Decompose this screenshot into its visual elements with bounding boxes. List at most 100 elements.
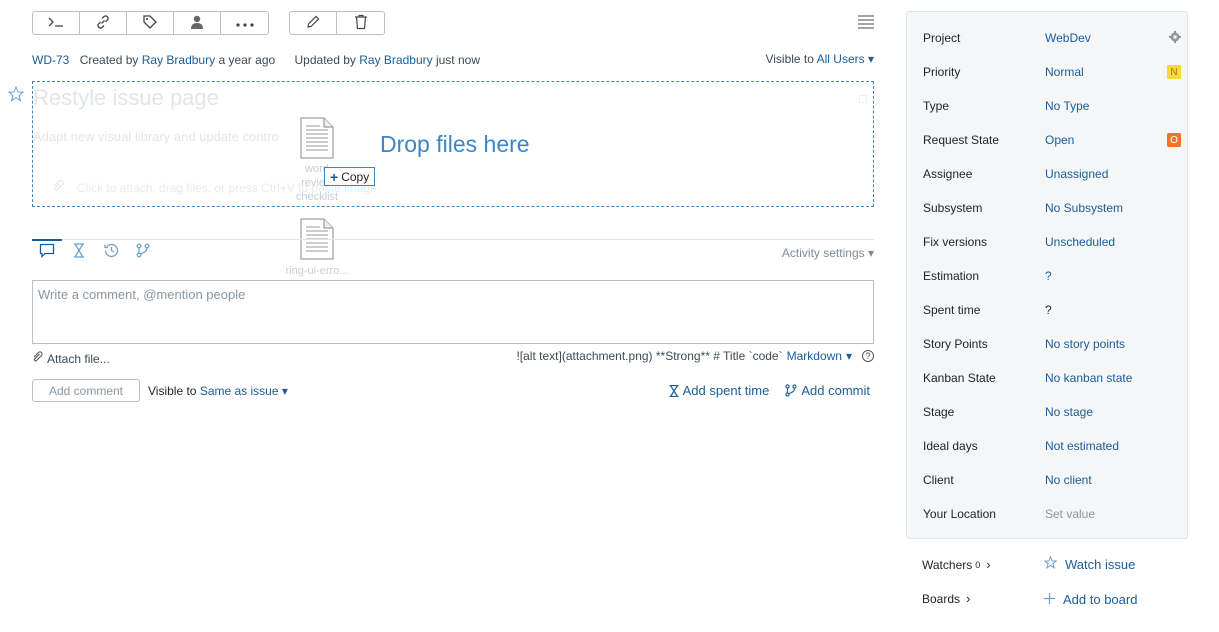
add-commit-button[interactable]: Add commit <box>785 383 870 398</box>
activity-settings-label: Activity settings <box>781 246 865 260</box>
paperclip-icon <box>32 351 44 366</box>
stage-value[interactable]: No stage <box>1045 405 1093 419</box>
add-comment-button[interactable]: Add comment <box>32 379 140 402</box>
updater-link[interactable]: Ray Bradbury <box>359 53 432 67</box>
field-assignee: Assignee Unassigned <box>923 164 1181 184</box>
field-label: Subsystem <box>923 201 983 215</box>
state-badge: O <box>1167 133 1181 147</box>
tab-comments[interactable] <box>32 239 62 262</box>
vcs-icon <box>136 243 150 261</box>
issue-description[interactable]: Adapt new visual library and update cont… <box>33 129 279 144</box>
visibility-dropdown[interactable]: All Users <box>817 52 865 66</box>
tab-history[interactable] <box>96 242 126 262</box>
attach-file-label: Attach file... <box>47 351 110 366</box>
type-value[interactable]: No Type <box>1045 99 1089 113</box>
assignee-value[interactable]: Unassigned <box>1045 167 1108 181</box>
ideal-days-value[interactable]: Not estimated <box>1045 439 1119 453</box>
activity-tabs <box>32 239 158 262</box>
field-estimation: Estimation ? <box>923 266 1181 286</box>
field-label: Stage <box>923 405 955 419</box>
client-value[interactable]: No client <box>1045 473 1092 487</box>
watchers-label: Watchers <box>922 557 973 572</box>
plus-icon <box>1044 592 1055 607</box>
issue-toolbar <box>32 11 385 35</box>
toolbar-group-main <box>32 11 269 35</box>
caret-down-icon: ▾ <box>867 246 874 260</box>
gear-icon[interactable] <box>1169 30 1181 46</box>
estimation-value[interactable]: ? <box>1045 269 1052 283</box>
created-prefix: Created by <box>79 53 139 67</box>
drop-zone[interactable]: Restyle issue page Adapt new visual libr… <box>32 81 874 207</box>
watch-issue-label: Watch issue <box>1065 556 1136 572</box>
add-to-board-button[interactable]: Add to board <box>1044 592 1137 607</box>
chevron-right-icon: › <box>966 591 971 606</box>
plus-icon: + <box>330 168 339 185</box>
field-client: Client No client <box>923 470 1181 490</box>
command-button[interactable] <box>33 12 80 34</box>
kanban-state-value[interactable]: No kanban state <box>1045 371 1132 385</box>
paperclip-icon <box>51 179 67 196</box>
delete-icon <box>354 14 368 33</box>
comment-input[interactable] <box>32 280 874 344</box>
boards-toggle[interactable]: Boards › <box>922 591 970 606</box>
visibility-button[interactable] <box>174 12 221 34</box>
priority-value[interactable]: Normal <box>1045 65 1084 79</box>
tab-vcs[interactable] <box>128 242 158 262</box>
issue-visibility: Visible to All Users ▾ <box>765 52 874 66</box>
attach-file-button[interactable]: Attach file... <box>32 351 110 366</box>
field-type: Type No Type <box>923 96 1181 116</box>
tab-work-items[interactable] <box>64 242 94 262</box>
watchers-toggle[interactable]: Watchers 0 › <box>922 557 991 572</box>
hamburger-menu-icon[interactable] <box>858 15 874 32</box>
delete-button[interactable] <box>337 12 384 34</box>
link-issue-button[interactable] <box>80 12 127 34</box>
request-state-value[interactable]: Open <box>1045 133 1074 147</box>
dragged-file-1: word review checklist <box>277 117 357 204</box>
updated-prefix: Updated by <box>294 53 356 67</box>
creator-link[interactable]: Ray Bradbury <box>142 53 215 67</box>
add-spent-time-button[interactable]: Add spent time <box>669 383 769 398</box>
issue-id-link[interactable]: WD-73 <box>32 53 69 67</box>
field-project: Project WebDev <box>923 28 1181 48</box>
caret-down-icon: ▾ <box>845 349 852 363</box>
star-icon[interactable] <box>7 85 25 105</box>
add-tag-button[interactable] <box>127 12 174 34</box>
copy-indicator: + Copy <box>324 167 376 186</box>
activity-settings[interactable]: Activity settings ▾ <box>782 246 874 260</box>
edit-button[interactable] <box>290 12 337 34</box>
updated-time: just now <box>435 53 480 67</box>
edit-icon <box>305 14 321 33</box>
field-subsystem: Subsystem No Subsystem <box>923 198 1181 218</box>
dragged-file-2-name: ring-ui-erro... <box>285 265 349 277</box>
copy-label: Copy <box>341 169 370 184</box>
resize-handle <box>859 95 867 103</box>
story-points-value[interactable]: No story points <box>1045 337 1125 351</box>
priority-badge: N <box>1167 65 1181 79</box>
subsystem-value[interactable]: No Subsystem <box>1045 201 1123 215</box>
fix-versions-value[interactable]: Unscheduled <box>1045 235 1115 249</box>
spent-time-value[interactable]: ? <box>1045 303 1052 317</box>
field-ideal-days: Ideal days Not estimated <box>923 436 1181 456</box>
issue-fields-panel: Project WebDev Priority Normal N Type No… <box>906 11 1188 539</box>
star-icon <box>1043 555 1058 572</box>
field-label: Fix versions <box>923 235 988 249</box>
project-value[interactable]: WebDev <box>1045 31 1091 45</box>
field-fix-versions: Fix versions Unscheduled <box>923 232 1181 252</box>
add-to-board-label: Add to board <box>1063 592 1138 607</box>
your-location-value[interactable]: Set value <box>1045 507 1095 521</box>
comment-icon <box>39 243 55 261</box>
field-label: Priority <box>923 65 961 79</box>
field-label: Project <box>923 31 961 45</box>
field-label: Ideal days <box>923 439 978 453</box>
field-label: Story Points <box>923 337 988 351</box>
comment-visibility: Visible to Same as issue ▾ <box>148 384 288 398</box>
markdown-syntax-hint: ![alt text](attachment.png) **Strong** #… <box>516 349 783 363</box>
issue-title[interactable]: Restyle issue page <box>33 85 219 111</box>
comment-visibility-dropdown[interactable]: Same as issue <box>200 384 279 398</box>
help-icon[interactable]: ? <box>862 350 874 362</box>
more-button[interactable] <box>221 12 268 34</box>
watch-issue-button[interactable]: Watch issue <box>1043 555 1136 572</box>
field-your-location: Your Location Set value <box>923 504 1181 524</box>
caret-down-icon: ▾ <box>281 384 288 398</box>
markdown-dropdown[interactable]: Markdown <box>787 349 842 363</box>
